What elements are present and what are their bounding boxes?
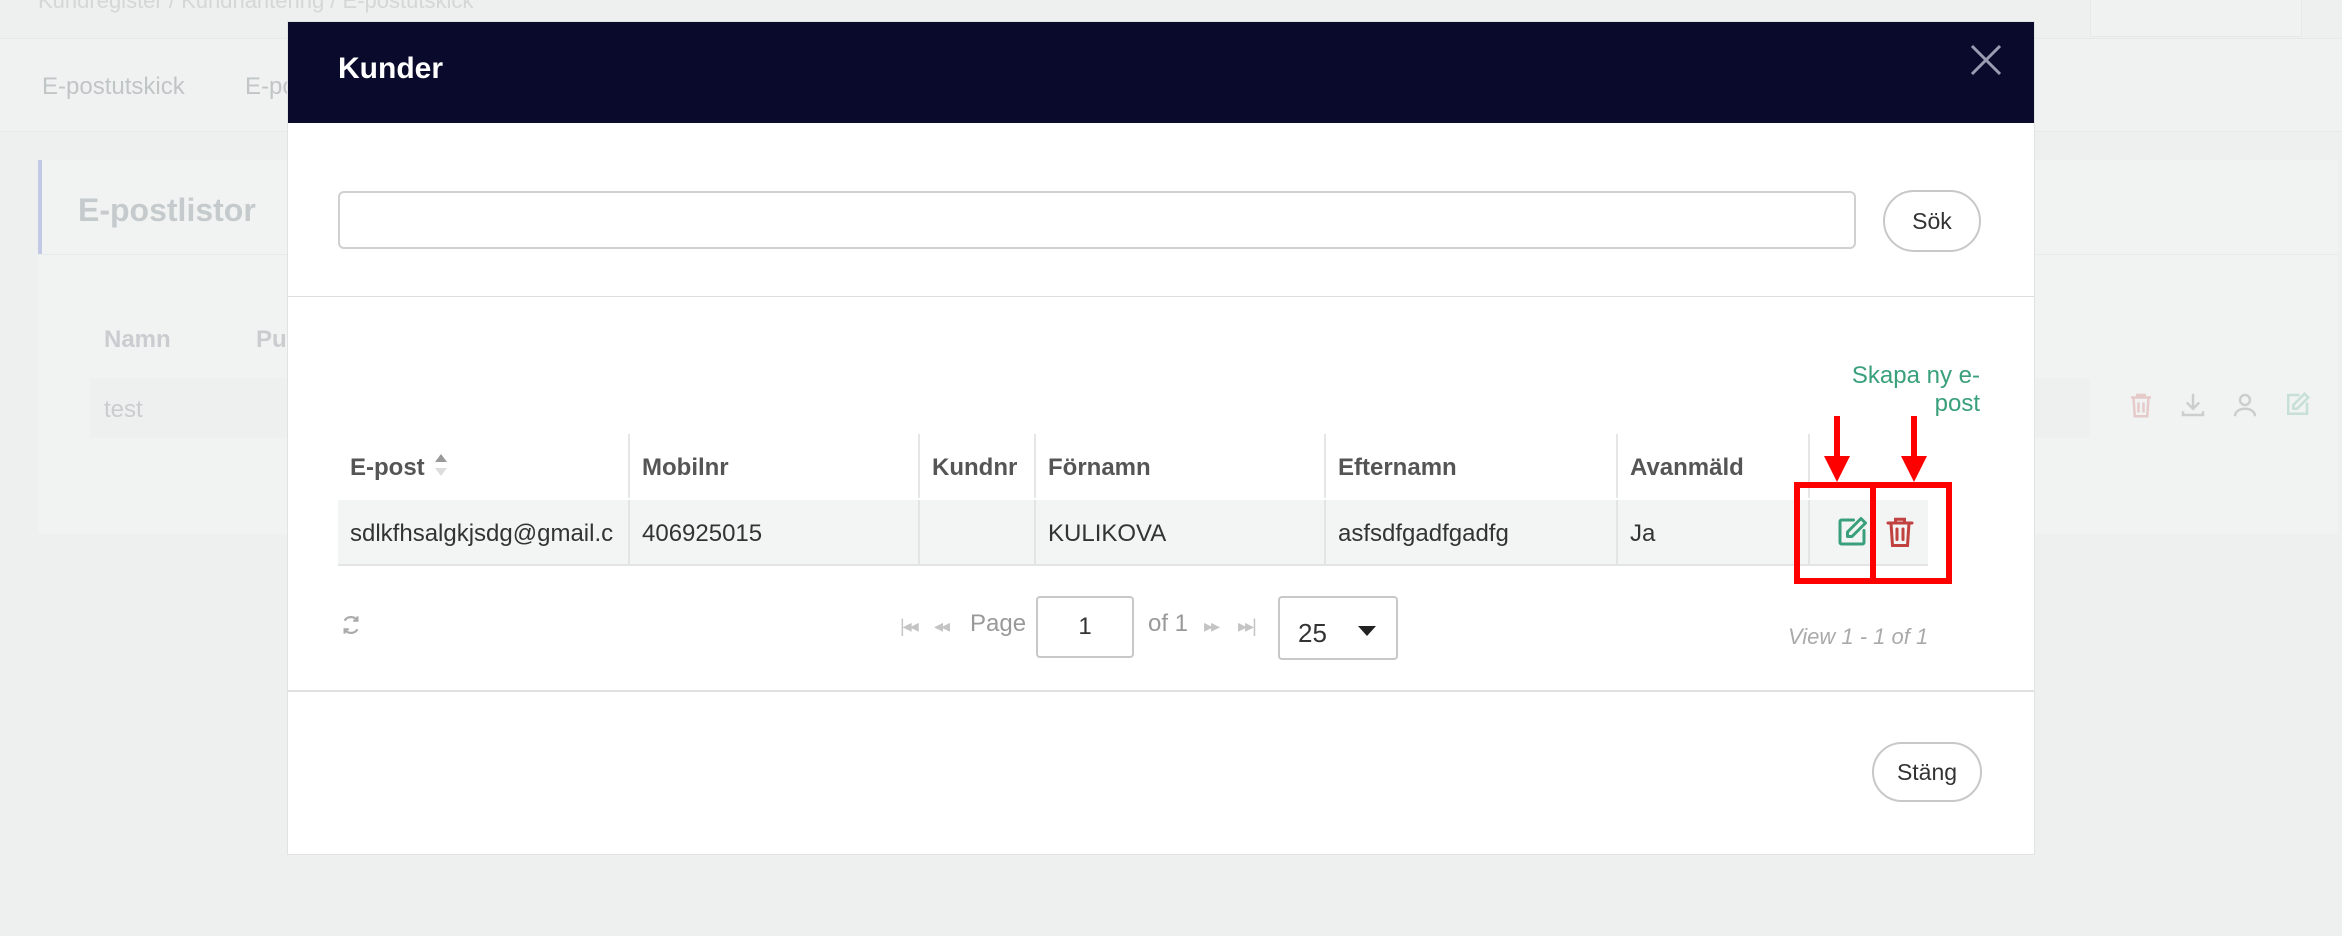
cell-firstname: KULIKOVA [1036,500,1326,564]
next-page-button[interactable]: ▸▸ [1204,616,1220,637]
column-header-email-label: E-post [350,454,425,481]
prev-page-button[interactable]: ◂◂ [934,616,950,637]
table-row: sdlkfhsalgkjsdg@gmail.c 406925015 KULIKO… [338,500,1928,566]
cell-email: sdlkfhsalgkjsdg@gmail.c [338,500,630,564]
column-header-unsubscribed[interactable]: Avanmäld [1618,434,1810,498]
cell-custno [920,500,1036,564]
pager: |◂◂ ◂◂ Page of 1 ▸▸ ▸▸| 25 View 1 - 1 of… [338,596,1984,666]
modal-title: Kunder [338,52,443,85]
cell-mobile: 406925015 [630,500,920,564]
page-of-label: of 1 [1148,610,1189,637]
view-records-text: View 1 - 1 of 1 [1788,624,1929,649]
table-header: E-post Mobilnr Kundnr Förnamn Efternamn … [338,434,1810,498]
annotation-arrow-edit [1824,416,1850,482]
page-size-value: 25 [1298,618,1327,648]
search-section: Sök [288,123,2034,297]
close-icon[interactable] [1966,40,2006,80]
page-size-select[interactable]: 25 [1278,596,1398,660]
column-header-firstname[interactable]: Förnamn [1036,434,1326,498]
annotation-box-delete [1870,482,1952,584]
search-input[interactable] [338,191,1856,249]
create-email-link[interactable]: Skapa ny e-post [1808,362,1980,418]
cell-unsubscribed: Ja [1618,500,1810,564]
search-button[interactable]: Sök [1883,190,1981,252]
column-header-mobile[interactable]: Mobilnr [630,434,920,498]
column-header-email[interactable]: E-post [338,434,630,498]
refresh-icon[interactable] [338,610,364,640]
annotation-arrow-delete [1901,416,1927,482]
last-page-button[interactable]: ▸▸| [1238,616,1257,637]
chevron-down-icon [1358,626,1376,636]
modal-header: Kunder [288,22,2034,123]
cell-lastname: asfsdfgadfgadfg [1326,500,1618,564]
column-header-custno[interactable]: Kundnr [920,434,1036,498]
first-page-button[interactable]: |◂◂ [900,616,919,637]
column-header-lastname[interactable]: Efternamn [1326,434,1618,498]
close-button[interactable]: Stäng [1872,742,1982,802]
customers-modal: Kunder Sök Skapa ny e-post E-post Mobiln… [288,22,2034,854]
annotation-box-edit [1794,482,1876,584]
page-number-input[interactable] [1036,596,1134,658]
footer-divider [288,690,2034,692]
page-label: Page [970,610,1027,637]
sort-icon[interactable] [433,452,449,478]
